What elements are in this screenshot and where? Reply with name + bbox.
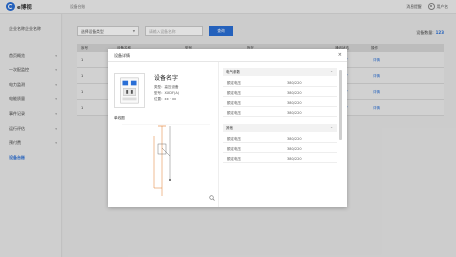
single-line-diagram — [122, 124, 210, 196]
param-row: 额定电压 380/220 — [223, 134, 337, 143]
param-value: 380/220 — [287, 81, 302, 85]
device-model: 型号：XXDF(A) — [154, 91, 180, 95]
device-detail-modal: 设备详情 × 设备名字 类型：高压设备 型号：XXDF(A) 位置：xx · x… — [108, 49, 347, 207]
group-title: 电气参数 — [226, 70, 240, 74]
zoom-icon[interactable] — [209, 195, 215, 201]
param-value: 380/220 — [287, 111, 302, 115]
param-row: 额定电压 380/220 — [223, 98, 337, 107]
param-value: 380/220 — [287, 147, 302, 151]
device-name: 设备名字 — [154, 75, 179, 82]
modal-title: 设备详情 — [114, 53, 130, 58]
param-row: 额定电压 380/220 — [223, 154, 337, 163]
param-key: 额定电压 — [227, 147, 241, 151]
device-location: 位置：xx · xx — [154, 97, 177, 101]
chevron-down-icon: ⌄ — [330, 69, 333, 73]
parameters-pane: 电气参数 ⌄ 额定电压 380/220 额定电压 380/220 额定电压 380/2… — [220, 62, 347, 207]
param-value: 380/220 — [287, 91, 302, 95]
param-key: 额定电压 — [227, 111, 241, 115]
device-type: 类型：高压设备 — [154, 85, 179, 89]
param-value: 380/220 — [287, 101, 302, 105]
param-row: 额定电压 380/220 — [223, 88, 337, 97]
param-row: 额定电压 380/220 — [223, 108, 337, 117]
device-info-pane: 设备名字 类型：高压设备 型号：XXDF(A) 位置：xx · xx 单线图 — [108, 62, 219, 207]
close-icon[interactable]: × — [338, 52, 342, 58]
param-key: 额定电压 — [227, 91, 241, 95]
group-title: 其他 — [226, 126, 233, 130]
device-image — [114, 73, 145, 108]
group-electrical-header[interactable]: 电气参数 ⌄ — [223, 68, 337, 76]
param-value: 380/220 — [287, 157, 302, 161]
param-row: 额定电压 380/220 — [223, 144, 337, 153]
chevron-down-icon: ⌄ — [330, 125, 333, 129]
modal-header: 设备详情 × — [108, 49, 347, 62]
param-key: 额定电压 — [227, 81, 241, 85]
scrollbar[interactable] — [339, 70, 342, 140]
param-key: 额定电压 — [227, 101, 241, 105]
single-line-diagram-label: 单线图 — [114, 116, 125, 120]
param-row: 额定电压 380/220 — [223, 78, 337, 87]
param-key: 额定电压 — [227, 157, 241, 161]
param-value: 380/220 — [287, 137, 302, 141]
param-key: 额定电压 — [227, 137, 241, 141]
group-other-header[interactable]: 其他 ⌄ — [223, 124, 337, 132]
